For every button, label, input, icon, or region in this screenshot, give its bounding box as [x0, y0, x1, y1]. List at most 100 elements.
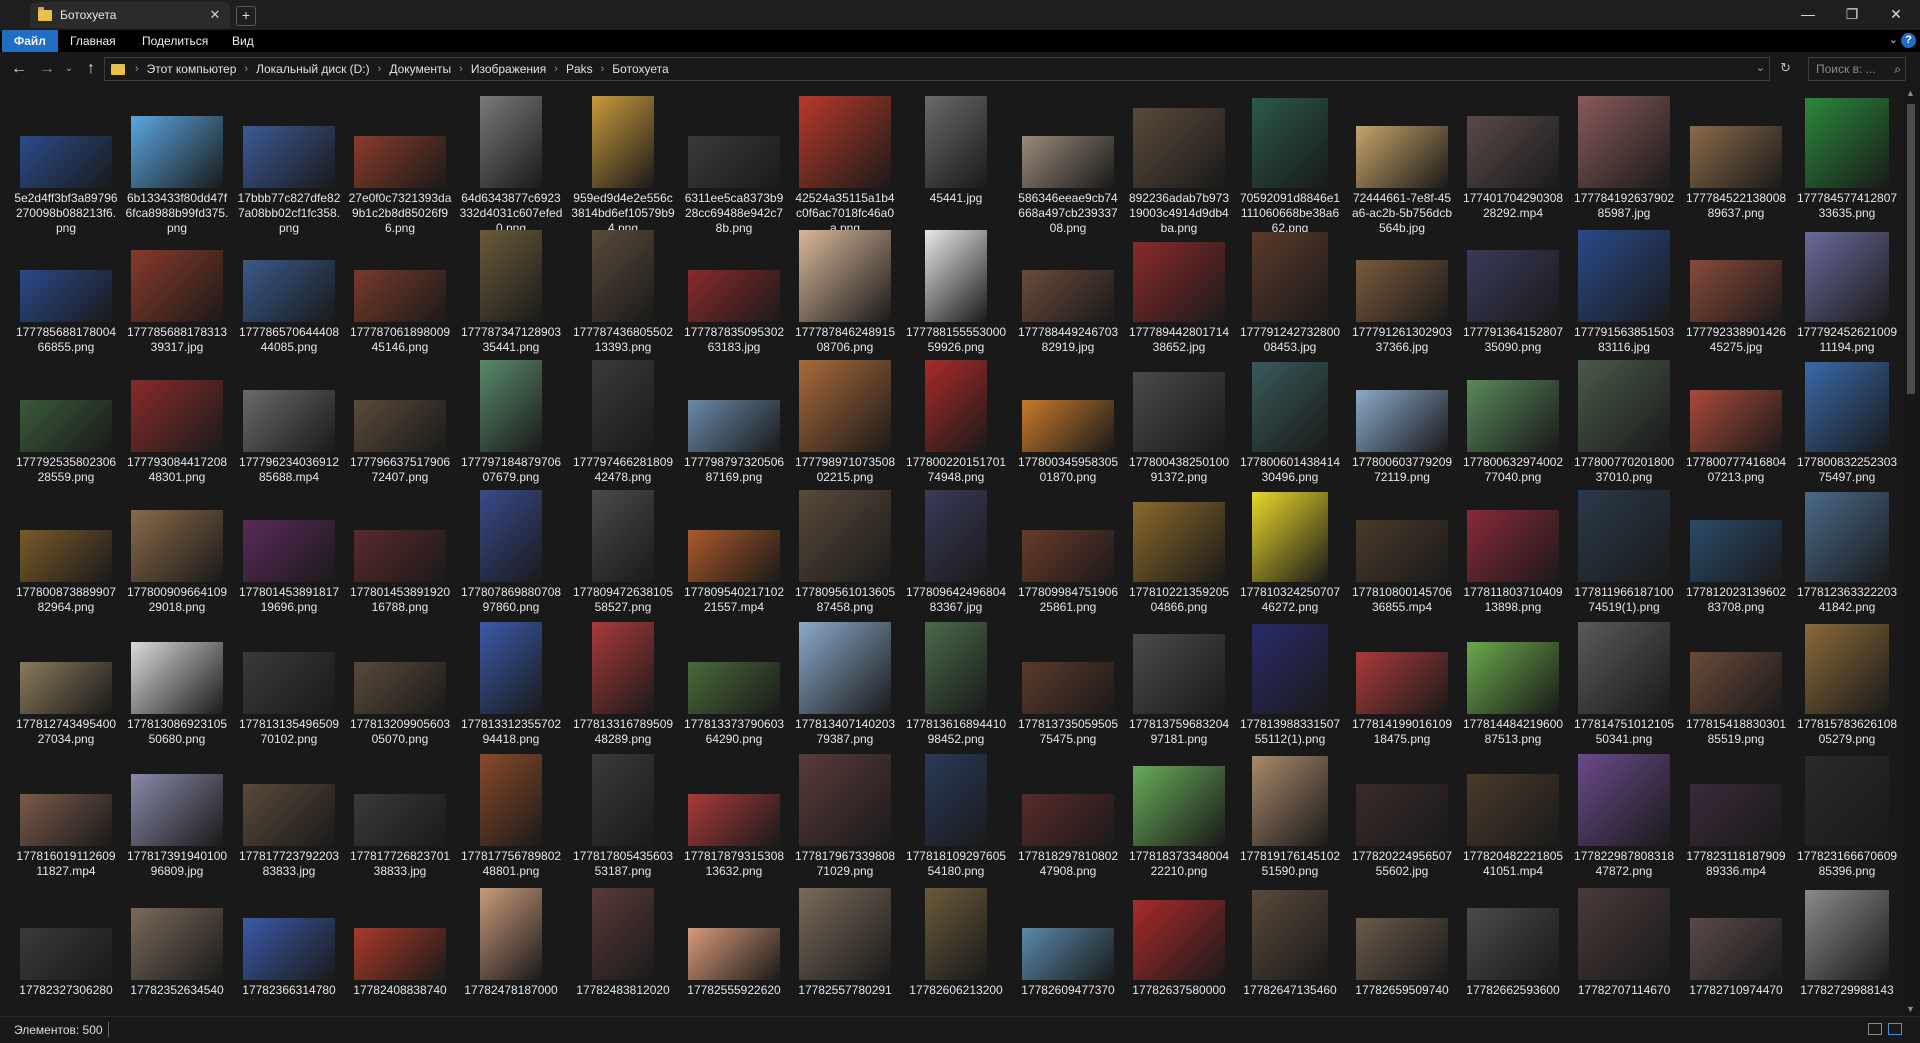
breadcrumb-separator[interactable]: ›	[459, 63, 463, 75]
file-item[interactable]: 17780077020180037010.png	[1570, 360, 1678, 485]
file-item[interactable]: 17778706189800945146.png	[346, 230, 454, 355]
help-icon[interactable]: ?	[1901, 33, 1916, 48]
file-item[interactable]: 17780786988070897860.png	[457, 490, 565, 615]
file-item[interactable]: 6b133433f80dd47f6fca8988b99fd375.png	[123, 96, 231, 236]
file-item[interactable]: 17782555922620	[680, 888, 788, 998]
breadcrumb-separator[interactable]: ›	[601, 63, 605, 75]
scroll-up-icon[interactable]: ▲	[1906, 88, 1915, 98]
file-item[interactable]: 17781780543560353187.png	[569, 754, 677, 879]
large-icons-view-icon[interactable]	[1888, 1023, 1902, 1035]
file-item[interactable]: 17781320990560305070.png	[346, 622, 454, 747]
file-item[interactable]: 17781475101210550341.png	[1570, 622, 1678, 747]
file-item[interactable]: 17782647135460	[1236, 888, 1344, 998]
file-item[interactable]: 17781787931530813632.png	[680, 754, 788, 879]
file-item[interactable]: 17782659509740	[1348, 888, 1456, 998]
file-item[interactable]: 17781837334800422210.png	[1125, 754, 1233, 879]
file-item[interactable]: 17781578362610805279.png	[1793, 622, 1900, 747]
file-item[interactable]: 17779623403691285688.mp4	[235, 360, 343, 485]
scroll-down-icon[interactable]: ▼	[1906, 1004, 1915, 1014]
file-item[interactable]: 17779308441720848301.png	[123, 360, 231, 485]
file-item[interactable]: 17782408838740	[346, 888, 454, 998]
file-item[interactable]: 17781331678950948289.png	[569, 622, 677, 747]
file-item[interactable]: 892236adab7b97319003c4914d9db4ba.png	[1125, 96, 1233, 236]
file-item[interactable]: 17779245262100911194.png	[1793, 230, 1900, 355]
file-item[interactable]: 17782352634540	[123, 888, 231, 998]
file-item[interactable]: 17779718487970607679.png	[457, 360, 565, 485]
file-item[interactable]: 17782048222180541051.mp4	[1459, 754, 1567, 879]
file-item[interactable]: 17782298780831847872.png	[1570, 754, 1678, 879]
file-item[interactable]: 959ed9d4e2e556c3814bd6ef10579b94.png	[569, 96, 677, 236]
file-item[interactable]: 17781331235570294418.png	[457, 622, 565, 747]
file-item[interactable]: 17779253580230628559.png	[12, 360, 120, 485]
breadcrumb-local-disk[interactable]: Локальный диск (D:)	[256, 62, 370, 76]
file-item[interactable]: 17781601911260911827.mp4	[12, 754, 120, 879]
file-item[interactable]: 17778784624891508706.png	[791, 230, 899, 355]
file-item[interactable]: 17778815555300059926.png	[902, 230, 1010, 355]
minimize-button[interactable]: —	[1786, 0, 1830, 30]
file-item[interactable]: 70592091d8846e1111060668be38a662.png	[1236, 96, 1344, 236]
file-item[interactable]: 17781202313960283708.png	[1682, 490, 1790, 615]
file-item[interactable]: 17782366314780	[235, 888, 343, 998]
file-item[interactable]: 17779897107350802215.png	[791, 360, 899, 485]
file-item[interactable]: 17782557780291	[791, 888, 899, 998]
refresh-icon[interactable]: ↻	[1780, 60, 1791, 76]
search-input[interactable]: Поиск в: ... ⌕	[1808, 57, 1906, 81]
file-item[interactable]: 17782606213200	[902, 888, 1010, 998]
file-item[interactable]: 17781236332220341842.png	[1793, 490, 1900, 615]
recent-locations-icon[interactable]: ⌄	[60, 60, 78, 78]
address-bar[interactable]: › Этот компьютер › Локальный диск (D:) ›…	[104, 57, 1791, 81]
file-item[interactable]: 17780043825010091372.png	[1125, 360, 1233, 485]
breadcrumb-separator[interactable]: ›	[135, 63, 139, 75]
tab-close-button[interactable]: ✕	[208, 7, 222, 23]
file-item[interactable]: 17778844924670382919.jpg	[1014, 230, 1122, 355]
file-item[interactable]: 42524a35115a1b4c0f6ac7018fc46a0a.png	[791, 96, 899, 236]
file-item[interactable]: 17778783509530263183.jpg	[680, 230, 788, 355]
file-item[interactable]: 27e0f0c7321393da9b1c2b8d85026f96.png	[346, 96, 454, 236]
file-item[interactable]: 17780964249680483367.jpg	[902, 490, 1010, 615]
file-item[interactable]: 45441.jpg	[902, 96, 1010, 206]
file-item[interactable]: 17780022015170174948.png	[902, 360, 1010, 485]
file-item[interactable]: 17778734712890335441.png	[457, 230, 565, 355]
file-item[interactable]: 17781337379060364290.png	[680, 622, 788, 747]
file-item[interactable]: 17781375968320497181.png	[1125, 622, 1233, 747]
file-item[interactable]: 17782729988143	[1793, 888, 1900, 998]
ribbon-tab-view[interactable]: Вид	[220, 30, 266, 52]
file-item[interactable]: 17778419263790285987.jpg	[1570, 96, 1678, 221]
file-item[interactable]: 17779233890142645275.jpg	[1682, 230, 1790, 355]
file-item[interactable]: 17782478187000	[457, 888, 565, 998]
file-item[interactable]: 17779136415280735090.png	[1459, 230, 1567, 355]
ribbon-tab-home[interactable]: Главная	[58, 30, 128, 52]
file-item[interactable]: 17781917614510251590.png	[1236, 754, 1344, 879]
file-item[interactable]: 17778944280171438652.jpg	[1125, 230, 1233, 355]
breadcrumb-separator[interactable]: ›	[244, 63, 248, 75]
file-item[interactable]: 17782707114670	[1570, 888, 1678, 998]
file-item[interactable]: 17780077741680407213.png	[1682, 360, 1790, 485]
file-item[interactable]: 17781313549650970102.png	[235, 622, 343, 747]
file-item[interactable]: 17781772379220383833.jpg	[235, 754, 343, 879]
file-item[interactable]: 17780060143841430496.png	[1236, 360, 1344, 485]
file-item[interactable]: 17780034595830501870.png	[1014, 360, 1122, 485]
file-item[interactable]: 17780060377920972119.png	[1348, 360, 1456, 485]
file-item[interactable]: 17780998475190625861.png	[1014, 490, 1122, 615]
file-item[interactable]: 17781180371040913898.png	[1459, 490, 1567, 615]
file-item[interactable]: 17782022495650755602.jpg	[1348, 754, 1456, 879]
file-item[interactable]: 17779156385150383116.jpg	[1570, 230, 1678, 355]
file-item[interactable]: 17780145389181719696.png	[235, 490, 343, 615]
file-item[interactable]: 17781448421960087513.png	[1459, 622, 1567, 747]
file-item[interactable]: 17780947263810558527.png	[569, 490, 677, 615]
file-item[interactable]: 17781739194010096809.jpg	[123, 754, 231, 879]
file-item[interactable]: 17779124273280008453.jpg	[1236, 230, 1344, 355]
file-item[interactable]: 17782637580000	[1125, 888, 1233, 998]
file-item[interactable]: 17bbb77c827dfe827a08bb02cf1fc358.png	[235, 96, 343, 236]
file-item[interactable]: 17781829781080247908.png	[1014, 754, 1122, 879]
vertical-scrollbar[interactable]: ▲ ▼	[1902, 86, 1920, 1016]
file-item[interactable]: 17779663751790672407.png	[346, 360, 454, 485]
file-item[interactable]: 17781080014570636855.mp4	[1348, 490, 1456, 615]
chevron-down-icon[interactable]: ⌄	[1756, 61, 1765, 74]
file-item[interactable]: 17781361689441098452.png	[902, 622, 1010, 747]
file-item[interactable]: 17781541883030185519.png	[1682, 622, 1790, 747]
file-item[interactable]: 17781775678980248801.png	[457, 754, 565, 879]
file-item[interactable]: 17780145389192016788.png	[346, 490, 454, 615]
breadcrumb-current[interactable]: Ботохуета	[612, 62, 668, 76]
file-item[interactable]: 17779126130290337366.jpg	[1348, 230, 1456, 355]
